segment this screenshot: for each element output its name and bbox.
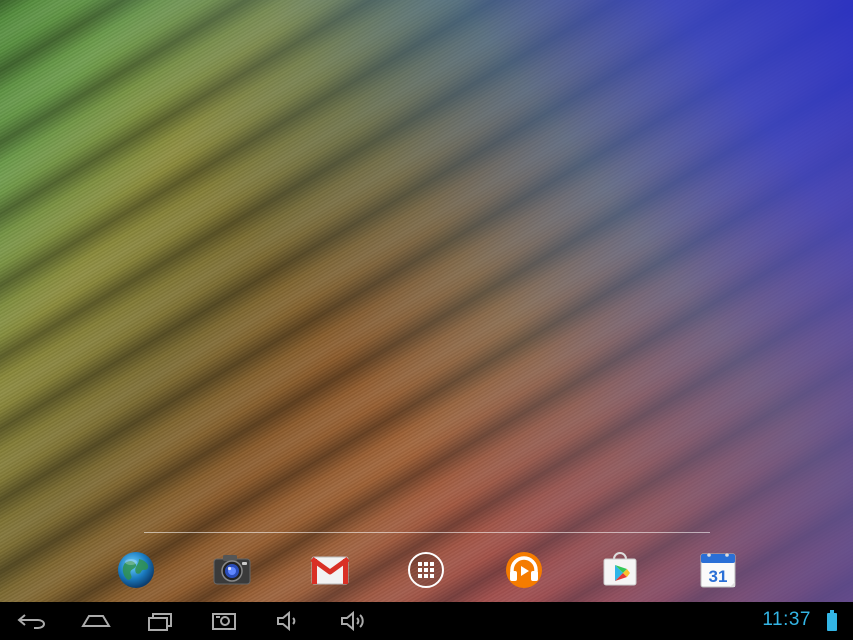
- dock: 31: [0, 540, 853, 600]
- camera-icon: [213, 555, 251, 585]
- volume-up-icon: [341, 611, 364, 631]
- play-music-app-icon[interactable]: [502, 548, 546, 592]
- volume-down-button[interactable]: [266, 606, 310, 636]
- wallpaper: [0, 0, 853, 602]
- battery-indicator[interactable]: [826, 610, 838, 631]
- calendar-icon: 31: [700, 553, 736, 588]
- calendar-date-label: 31: [709, 567, 728, 586]
- dock-divider: [144, 532, 710, 533]
- navigation-bar: [0, 602, 853, 640]
- volume-down-icon: [277, 611, 296, 631]
- status-clock[interactable]: 11:37: [762, 609, 811, 631]
- gmail-app-icon[interactable]: [308, 548, 352, 592]
- screenshot-button[interactable]: [202, 606, 246, 636]
- home-button[interactable]: [74, 606, 118, 636]
- back-icon: [17, 614, 45, 629]
- battery-icon: [827, 610, 837, 631]
- home-icon: [81, 615, 111, 627]
- gmail-icon: [310, 556, 350, 585]
- recent-apps-button[interactable]: [138, 606, 182, 636]
- app-drawer-icon: [408, 552, 444, 588]
- back-button[interactable]: [10, 606, 54, 636]
- recents-icon: [148, 613, 172, 631]
- camera-app-icon[interactable]: [210, 548, 254, 592]
- calendar-app-icon[interactable]: 31: [696, 548, 740, 592]
- screenshot-icon: [212, 613, 236, 630]
- all-apps-button[interactable]: [404, 548, 448, 592]
- headphones-icon: [506, 552, 542, 588]
- globe-icon: [118, 552, 154, 588]
- play-store-app-icon[interactable]: [598, 548, 642, 592]
- browser-app-icon[interactable]: [114, 548, 158, 592]
- wallpaper-gradient-purple: [0, 0, 853, 602]
- volume-up-button[interactable]: [330, 606, 374, 636]
- play-store-icon: [603, 552, 637, 586]
